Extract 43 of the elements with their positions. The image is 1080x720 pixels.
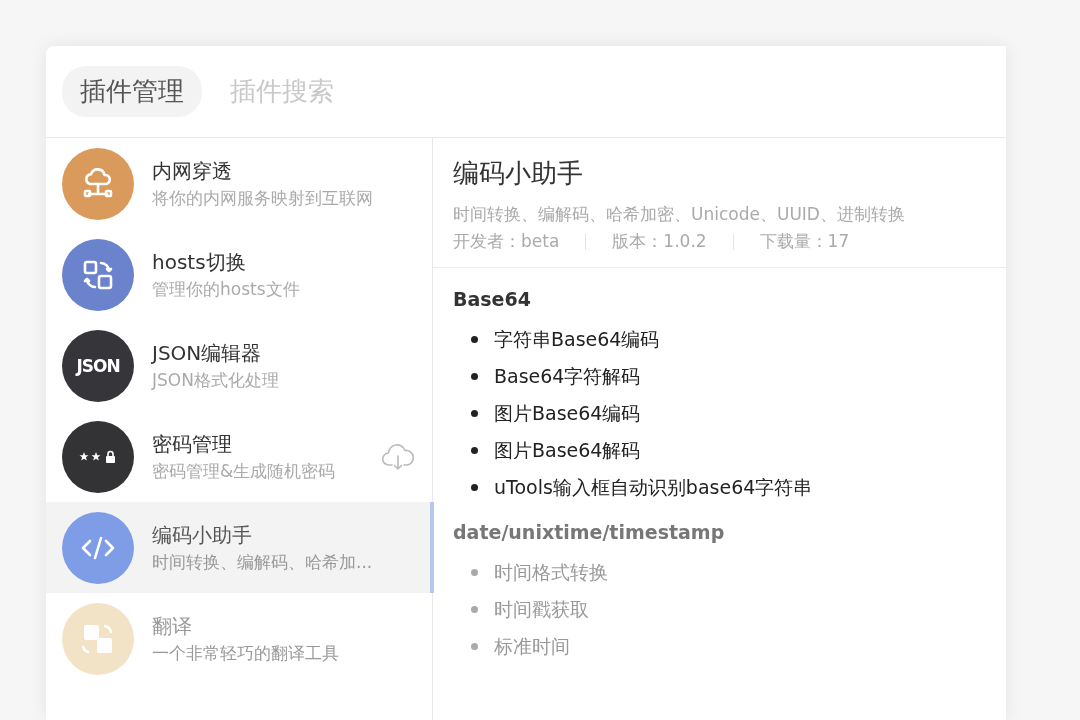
plugin-name: 编码小助手 <box>152 521 253 549</box>
plugin-item[interactable]: 编码小助手 时间转换、编解码、哈希加... <box>46 502 432 593</box>
feature-item: 字符串Base64编码 <box>494 326 660 352</box>
tab[interactable]: 插件管理 <box>62 66 202 117</box>
plugin-item[interactable]: hosts切换 管理你的hosts文件 <box>46 229 432 320</box>
bullet-icon <box>471 606 478 613</box>
bullet-icon <box>471 373 478 380</box>
feature-item: Base64字符解码 <box>494 363 641 389</box>
meta-info: 版本：1.0.2 <box>612 230 707 253</box>
plugin-item[interactable]: 内网穿透 将你的内网服务映射到互联网 <box>46 138 432 229</box>
feature-item: 时间戳获取 <box>494 596 589 622</box>
cloud-download-icon[interactable] <box>380 441 416 472</box>
feature-item: uTools输入框自动识别base64字符串 <box>494 474 813 500</box>
feature-item: 图片Base64解码 <box>494 437 641 463</box>
plugin-description: 密码管理&生成随机密码 <box>152 459 337 483</box>
plugin-name: 密码管理 <box>152 430 233 458</box>
plugin-description: 管理你的hosts文件 <box>152 277 301 301</box>
feature-item: 图片Base64编码 <box>494 400 641 426</box>
plugin-description: 时间转换、编解码、哈希加... <box>152 550 374 574</box>
bullet-icon <box>471 410 478 417</box>
section-heading: Base64 <box>453 288 532 310</box>
feature-item: 标准时间 <box>494 633 570 659</box>
bullet-icon <box>471 643 478 650</box>
plugin-description: 时间转换、编解码、哈希加密、Unicode、UUID、进制转换 <box>453 203 906 226</box>
plugin-name: hosts切换 <box>152 248 247 276</box>
plugin-description: 将你的内网服务映射到互联网 <box>152 186 374 210</box>
plugin-name: 翻译 <box>152 612 193 640</box>
plugin-logo: JSON <box>62 329 134 402</box>
feature-item: 时间格式转换 <box>494 559 608 585</box>
section-heading: date/unixtime/timestamp <box>453 521 726 543</box>
plugin-description: JSON格式化处理 <box>152 368 280 392</box>
meta-info: 开发者：beta <box>453 230 560 253</box>
bullet-icon <box>471 336 478 343</box>
plugin-description: 一个非常轻巧的翻译工具 <box>152 641 340 665</box>
plugin-name: 内网穿透 <box>152 157 233 185</box>
bullet-icon <box>471 569 478 576</box>
plugin-item[interactable]: JSON JSON编辑器 JSON格式化处理 <box>46 320 432 411</box>
plugin-item[interactable]: 密码管理 密码管理&生成随机密码 <box>46 411 432 502</box>
plugin-name: JSON编辑器 <box>152 339 263 367</box>
plugin-title: 编码小助手 <box>453 157 584 190</box>
bullet-icon <box>471 484 478 491</box>
meta-info: 下载量：17 <box>759 230 850 253</box>
bullet-icon <box>471 447 478 454</box>
